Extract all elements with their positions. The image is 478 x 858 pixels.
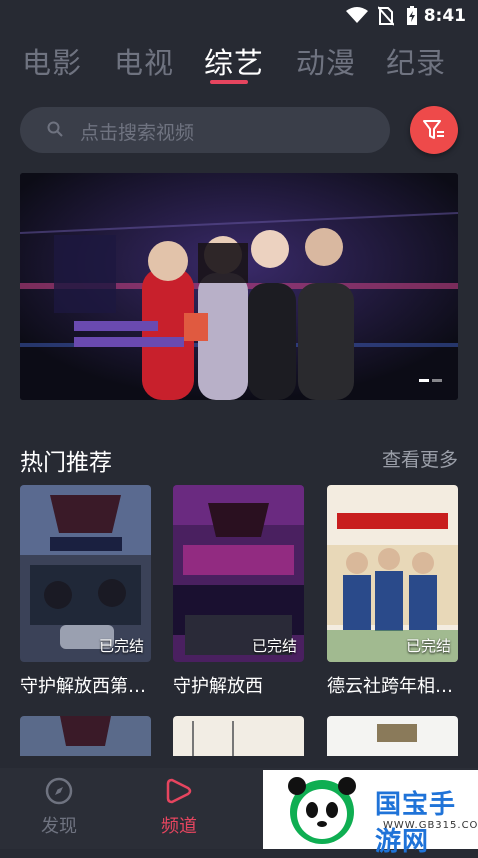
pager-dot	[432, 379, 442, 382]
card-poster: 已完结	[20, 485, 151, 662]
card-item[interactable]: 已完结 德云社跨年相…	[327, 485, 458, 698]
card-poster: 已完结	[327, 485, 458, 662]
banner-pager	[416, 367, 442, 386]
search-icon	[47, 121, 63, 137]
banner-image	[20, 173, 458, 400]
battery-charging-icon	[407, 6, 417, 25]
nav-channel[interactable]: 频道	[139, 776, 219, 838]
category-tabs: 电影 电视 综艺 动漫 纪录	[0, 40, 478, 92]
see-more-link[interactable]: 查看更多	[382, 445, 458, 472]
tab-variety[interactable]: 综艺	[204, 40, 264, 82]
card-item[interactable]	[173, 716, 304, 756]
tab-movie[interactable]: 电影	[22, 40, 82, 82]
card-item[interactable]	[327, 716, 458, 756]
pager-dot	[419, 379, 429, 382]
compass-icon	[45, 777, 73, 805]
tab-anime[interactable]: 动漫	[296, 40, 356, 82]
card-title: 德云社跨年相…	[327, 676, 453, 697]
watermark: 国宝手游网 WWW.GB315.COM	[263, 770, 478, 857]
status-badge: 已完结	[251, 637, 297, 655]
panda-logo-icon	[288, 777, 356, 844]
card-poster: 已完结	[173, 485, 304, 662]
search-placeholder: 点击搜索视频	[80, 122, 195, 144]
search-bar[interactable]: 点击搜索视频	[20, 107, 390, 153]
status-bar: 8:41	[0, 0, 478, 32]
section-title: 热门推荐	[20, 450, 112, 476]
status-badge: 已完结	[98, 637, 144, 655]
status-badge: 已完结	[405, 637, 451, 655]
nav-discover[interactable]: 发现	[19, 776, 99, 838]
tab-tv[interactable]: 电视	[114, 40, 174, 82]
no-sim-icon	[378, 6, 394, 26]
watermark-url: WWW.GB315.COM	[383, 820, 478, 831]
nav-label: 频道	[161, 816, 197, 837]
card-item[interactable]: 已完结 守护解放西	[173, 485, 304, 698]
filter-button[interactable]	[410, 106, 458, 154]
wifi-icon	[346, 7, 368, 23]
filter-icon	[423, 120, 444, 139]
tab-documentary[interactable]: 纪录	[386, 40, 446, 82]
clock: 8:41	[423, 6, 466, 26]
nav-label: 发现	[41, 816, 77, 837]
card-item[interactable]	[20, 716, 151, 756]
card-title: 守护解放西第…	[20, 676, 146, 697]
card-item[interactable]: 已完结 守护解放西第…	[20, 485, 151, 698]
play-icon	[166, 778, 192, 804]
featured-banner[interactable]	[20, 173, 458, 400]
card-title: 守护解放西	[173, 676, 263, 697]
active-tab-indicator	[210, 80, 248, 84]
